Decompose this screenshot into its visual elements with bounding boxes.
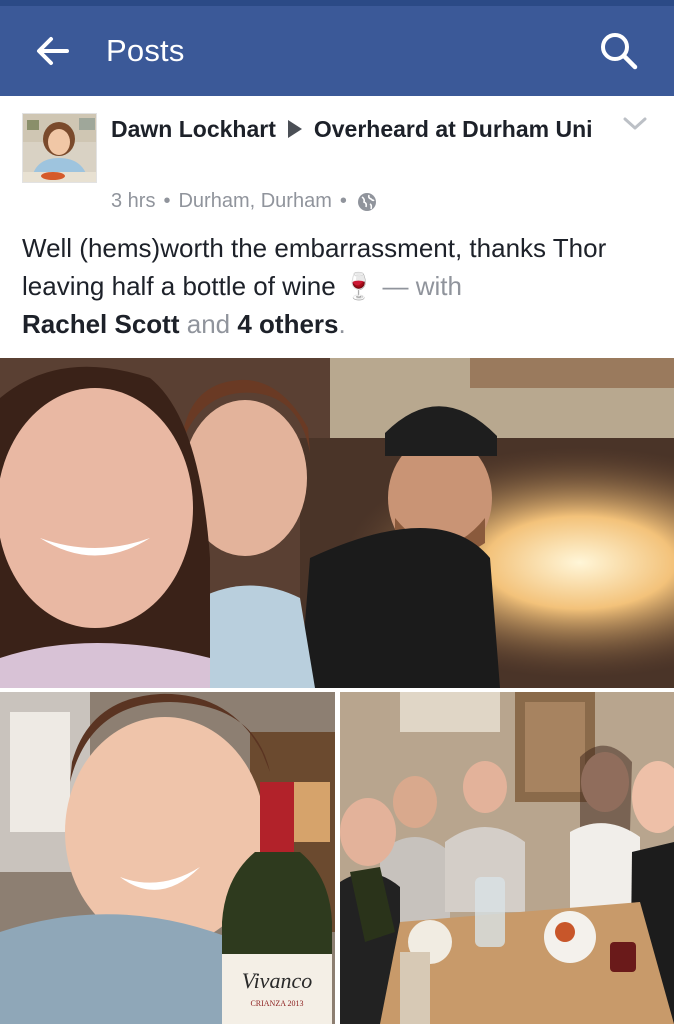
post-message: Well (hems)worth the embarrassment, than…: [22, 233, 607, 301]
author-name[interactable]: Dawn Lockhart: [111, 116, 276, 142]
arrow-right-icon: [287, 119, 302, 138]
post-photo-3[interactable]: [340, 692, 674, 1024]
page-title: Posts: [106, 33, 185, 68]
post-photo-1[interactable]: [0, 358, 674, 688]
post-author-line: Dawn Lockhart Overheard at Durham Uni: [111, 114, 611, 145]
search-button[interactable]: [592, 24, 646, 78]
arrow-left-icon: [37, 37, 69, 65]
post-time[interactable]: 3 hrs: [111, 190, 155, 213]
top-app-bar: Posts: [0, 6, 674, 96]
avatar[interactable]: [22, 113, 97, 183]
bottle-label-text: Vivanco: [242, 968, 312, 993]
chevron-down-icon[interactable]: [621, 114, 649, 134]
period-text: .: [338, 309, 346, 339]
group-name[interactable]: Overheard at Durham Uni: [314, 116, 593, 142]
tagged-person-link[interactable]: Rachel Scott: [22, 309, 180, 339]
bottle-sublabel-text: CRIANZA 2013: [250, 999, 303, 1008]
post-meta: 3 hrs • Durham, Durham •: [111, 190, 377, 213]
post-location[interactable]: Durham, Durham: [178, 190, 331, 213]
wine-glass-emoji: 🍷: [342, 271, 376, 301]
post-header: Dawn Lockhart Overheard at Durham Uni 3 h…: [0, 96, 674, 358]
post-body-text: Well (hems)worth the embarrassment, than…: [22, 229, 662, 343]
globe-icon: [357, 192, 376, 211]
back-button[interactable]: [22, 21, 82, 81]
and-text: and: [186, 309, 231, 339]
others-link[interactable]: 4 others: [237, 309, 338, 339]
search-icon: [601, 33, 638, 70]
with-text: — with: [382, 271, 462, 301]
post-photo-2[interactable]: Vivanco CRIANZA 2013: [0, 692, 335, 1024]
